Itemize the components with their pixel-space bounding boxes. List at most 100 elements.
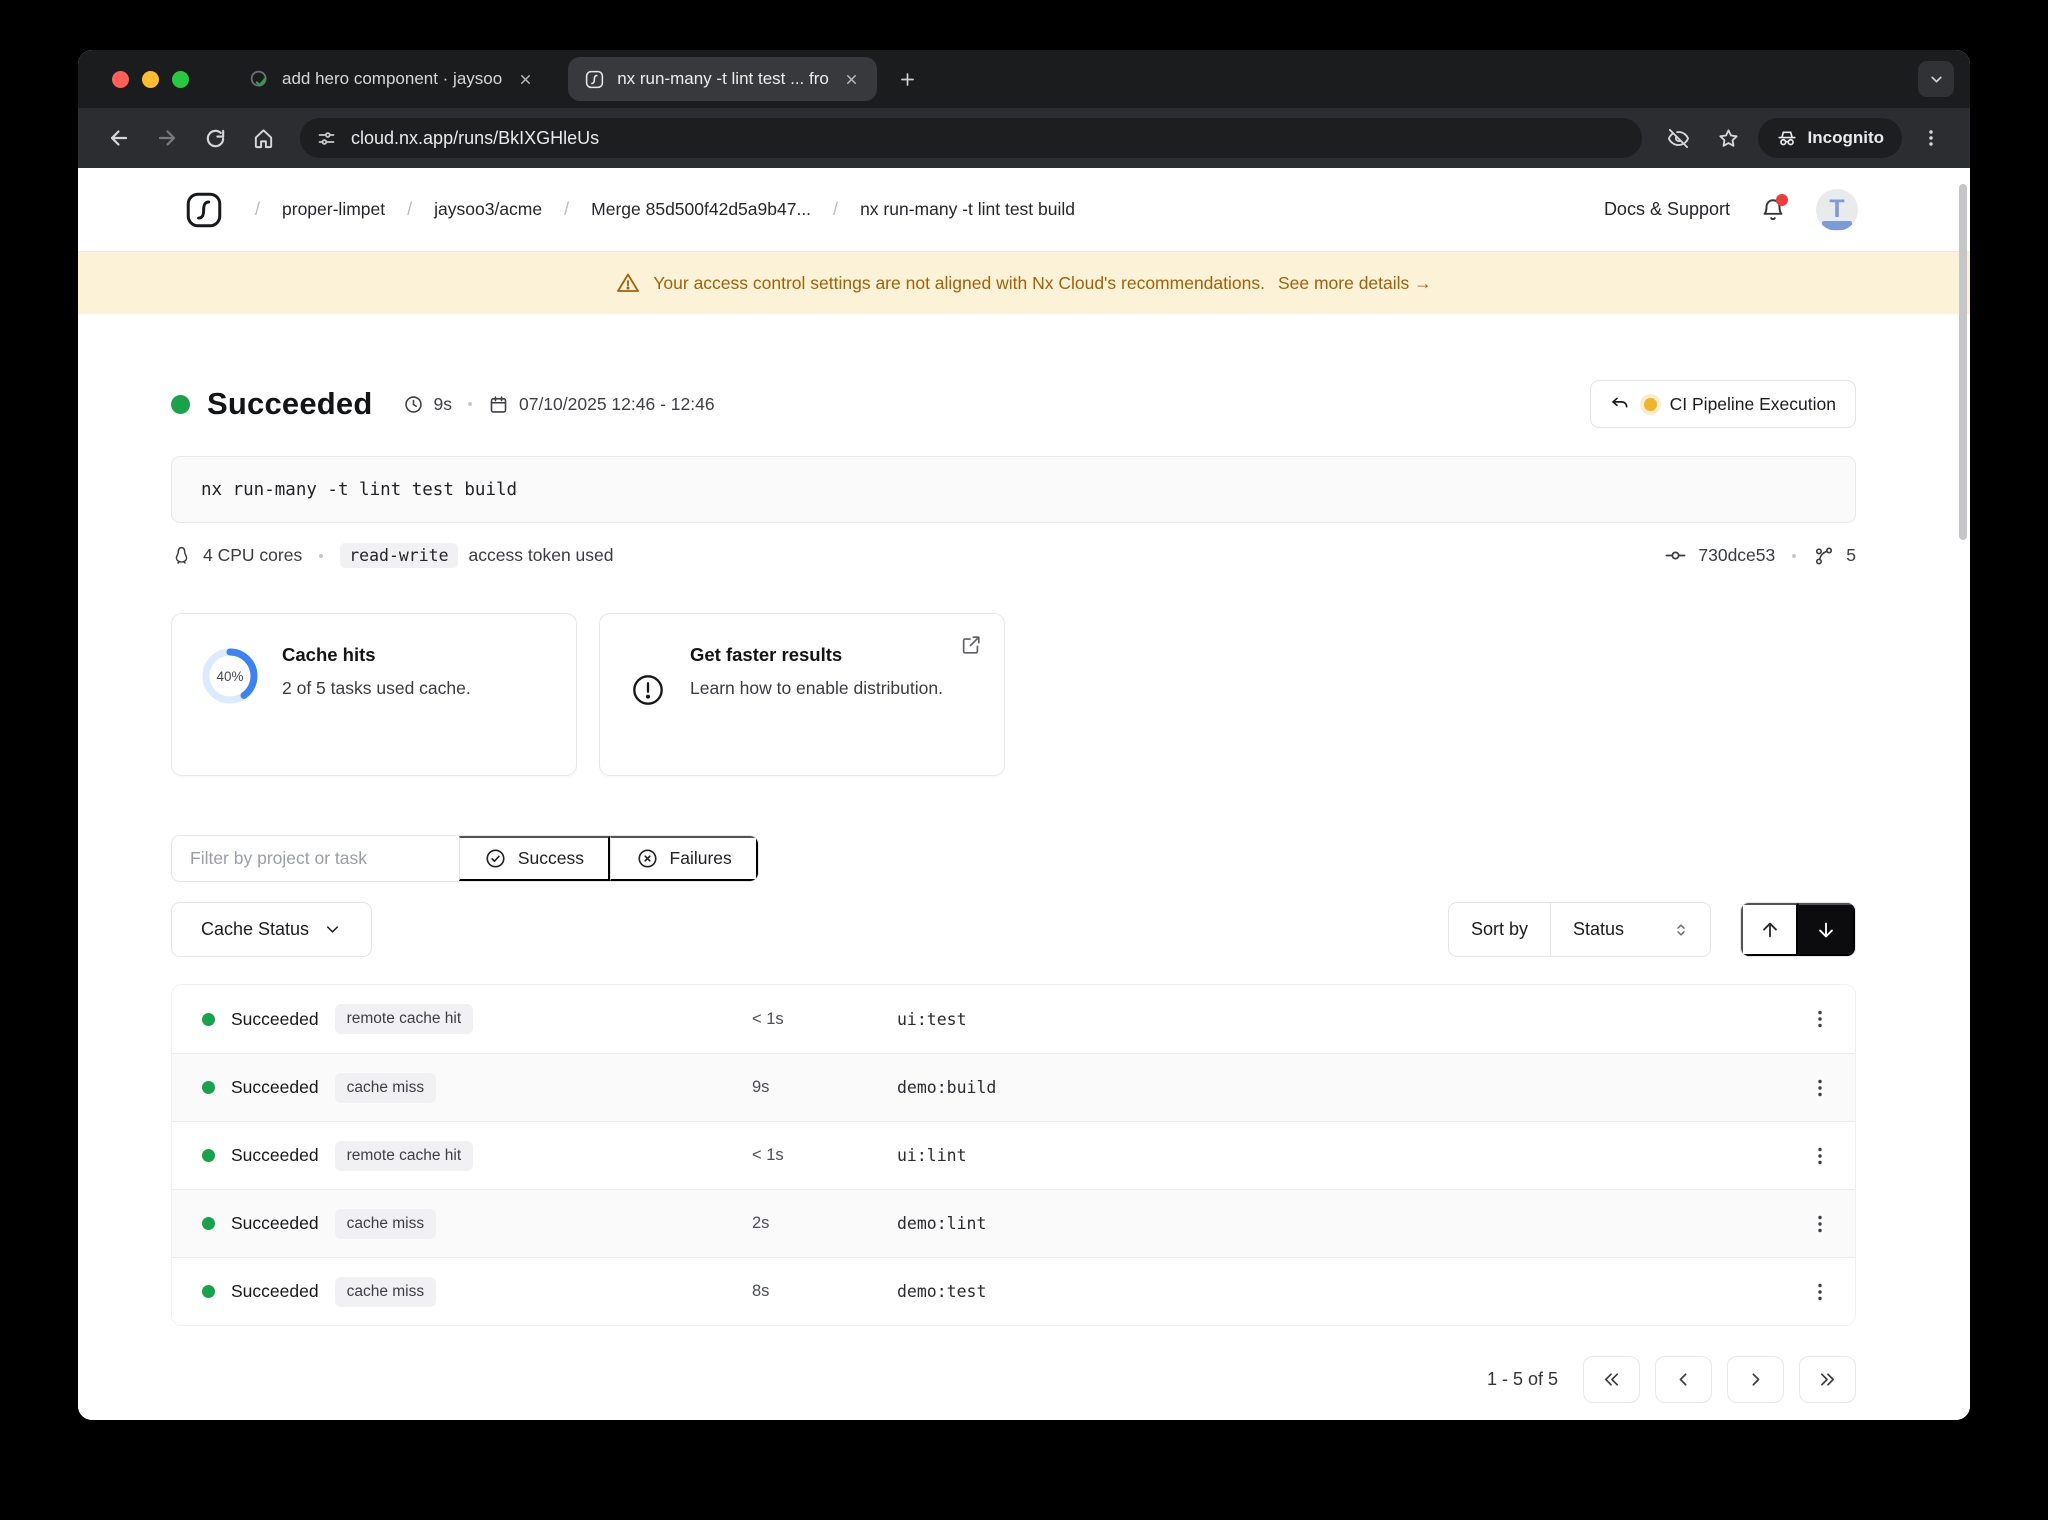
faster-results-card[interactable]: Get faster results Learn how to enable d… bbox=[599, 613, 1005, 776]
summary-cards: 40% Cache hits 2 of 5 tasks used cache. … bbox=[171, 613, 1856, 776]
commit-hash[interactable]: 730dce53 bbox=[1698, 545, 1775, 566]
prev-page-button[interactable] bbox=[1655, 1356, 1712, 1403]
avatar-band bbox=[1822, 220, 1852, 230]
sort-by-label: Sort by bbox=[1449, 903, 1551, 956]
branch-icon bbox=[1813, 545, 1835, 567]
reload-button[interactable] bbox=[194, 117, 236, 159]
pagination-label: 1 - 5 of 5 bbox=[1486, 1369, 1558, 1389]
check-circle-icon bbox=[484, 847, 507, 870]
incognito-badge[interactable]: Incognito bbox=[1757, 118, 1902, 158]
row-status: Succeeded bbox=[231, 1281, 319, 1301]
arrow-up-icon bbox=[1762, 922, 1777, 937]
row-task[interactable]: ui:test bbox=[897, 1010, 1785, 1029]
chevrons-left-icon bbox=[1604, 1373, 1619, 1386]
run-status-row: Succeeded 9s 07/10/2025 12:46 - 12:46 CI… bbox=[171, 380, 1856, 428]
sort-descending-button[interactable] bbox=[1798, 903, 1855, 956]
page-scrollbar[interactable] bbox=[1959, 184, 1967, 540]
minimize-window-button[interactable] bbox=[142, 70, 159, 88]
avatar[interactable]: T bbox=[1816, 188, 1858, 231]
ci-pipeline-execution-button[interactable]: CI Pipeline Execution bbox=[1589, 380, 1856, 428]
tab-search-button[interactable] bbox=[1918, 61, 1954, 97]
external-link-icon[interactable] bbox=[960, 634, 982, 656]
nx-cloud-logo-icon[interactable] bbox=[183, 189, 225, 231]
branch-count[interactable]: 5 bbox=[1846, 545, 1856, 566]
run-meta-row: 4 CPU cores read-write access token used… bbox=[171, 543, 1856, 568]
sort-ascending-button[interactable] bbox=[1741, 903, 1798, 956]
row-menu-kebab-icon[interactable] bbox=[1808, 1280, 1832, 1304]
run-status: Succeeded bbox=[207, 386, 373, 421]
tab-github-pr[interactable]: add hero component · jaysoo bbox=[233, 57, 550, 101]
forward-button[interactable] bbox=[146, 117, 188, 159]
browser-menu-icon[interactable] bbox=[1910, 117, 1952, 159]
row-status: Succeeded bbox=[231, 1145, 319, 1165]
breadcrumb-workspace[interactable]: proper-limpet bbox=[233, 199, 385, 220]
close-tab-icon[interactable] bbox=[514, 68, 536, 90]
row-task[interactable]: ui:lint bbox=[897, 1146, 1785, 1165]
breadcrumb-repo[interactable]: jaysoo3/acme bbox=[385, 199, 542, 220]
row-duration: < 1s bbox=[752, 1009, 784, 1028]
row-task[interactable]: demo:test bbox=[897, 1282, 1785, 1301]
toolbar-right: Incognito bbox=[1658, 117, 1952, 159]
table-row[interactable]: Succeeded remote cache hit < 1s ui:lint bbox=[172, 1121, 1855, 1189]
bookmark-star-icon[interactable] bbox=[1708, 117, 1750, 159]
warning-icon bbox=[616, 271, 640, 295]
site-settings-icon[interactable] bbox=[316, 128, 337, 149]
last-page-button[interactable] bbox=[1799, 1356, 1856, 1403]
sort-field-select[interactable]: Status bbox=[1550, 903, 1710, 956]
row-task[interactable]: demo:build bbox=[897, 1078, 1785, 1097]
cache-status-label: Cache Status bbox=[200, 919, 310, 939]
browser-toolbar: cloud.nx.app/runs/BkIXGHleUs Incognito bbox=[78, 108, 1970, 168]
status-dot bbox=[202, 1081, 215, 1094]
banner-details-link[interactable]: See more details → bbox=[1278, 273, 1432, 294]
x-circle-icon bbox=[636, 847, 659, 870]
cpu-cores: 4 CPU cores bbox=[203, 545, 303, 565]
table-row[interactable]: Succeeded cache miss 8s demo:test bbox=[172, 1257, 1855, 1325]
info-icon bbox=[628, 670, 668, 710]
sort-value: Status bbox=[1572, 919, 1624, 939]
first-page-button[interactable] bbox=[1583, 1356, 1640, 1403]
back-button[interactable] bbox=[98, 117, 140, 159]
separator-dot bbox=[467, 402, 472, 406]
docs-support-link[interactable]: Docs & Support bbox=[1604, 199, 1730, 220]
notifications-bell-icon[interactable] bbox=[1760, 193, 1788, 223]
filter-failures-button[interactable]: Failures bbox=[610, 836, 758, 881]
sort-direction-group bbox=[1740, 902, 1856, 957]
breadcrumb-branch[interactable]: Merge 85d500f42d5a9b47... bbox=[542, 199, 811, 220]
filter-input[interactable] bbox=[172, 836, 459, 881]
zoom-window-button[interactable] bbox=[172, 70, 189, 88]
commit-icon bbox=[1664, 544, 1687, 567]
cache-card-title: Cache hits bbox=[282, 644, 376, 665]
new-tab-button[interactable] bbox=[891, 62, 925, 96]
site-header: proper-limpet jaysoo3/acme Merge 85d500f… bbox=[78, 168, 1970, 252]
access-token-suffix: access token used bbox=[468, 545, 614, 565]
row-duration: 8s bbox=[752, 1282, 770, 1300]
chevron-left-icon bbox=[1679, 1373, 1687, 1386]
cache-badge: cache miss bbox=[334, 1276, 437, 1307]
table-row[interactable]: Succeeded cache miss 9s demo:build bbox=[172, 1053, 1855, 1121]
status-dot bbox=[202, 1149, 215, 1162]
browser-window: add hero component · jaysoo nx run-many … bbox=[78, 50, 1970, 1420]
row-menu-kebab-icon[interactable] bbox=[1808, 1212, 1832, 1236]
tab-nx-run[interactable]: nx run-many -t lint test ... fro bbox=[568, 57, 877, 101]
cache-status-dropdown[interactable]: Cache Status bbox=[171, 902, 372, 957]
breadcrumb-run[interactable]: nx run-many -t lint test build bbox=[811, 199, 1075, 220]
pagination: 1 - 5 of 5 bbox=[171, 1356, 1856, 1420]
close-tab-icon[interactable] bbox=[841, 68, 863, 90]
row-task[interactable]: demo:lint bbox=[897, 1214, 1785, 1233]
github-pr-check-icon bbox=[249, 69, 270, 90]
cache-badge: cache miss bbox=[334, 1072, 437, 1103]
table-row[interactable]: Succeeded cache miss 2s demo:lint bbox=[172, 1189, 1855, 1257]
row-menu-kebab-icon[interactable] bbox=[1808, 1144, 1832, 1168]
filter-success-button[interactable]: Success bbox=[458, 836, 611, 881]
row-menu-kebab-icon[interactable] bbox=[1808, 1007, 1832, 1031]
chevron-down-icon bbox=[323, 920, 342, 939]
close-window-button[interactable] bbox=[112, 70, 129, 88]
row-menu-kebab-icon[interactable] bbox=[1808, 1076, 1832, 1100]
eye-off-icon[interactable] bbox=[1658, 117, 1700, 159]
address-bar[interactable]: cloud.nx.app/runs/BkIXGHleUs bbox=[300, 118, 1642, 158]
next-page-button[interactable] bbox=[1727, 1356, 1784, 1403]
table-row[interactable]: Succeeded remote cache hit < 1s ui:test bbox=[172, 985, 1855, 1053]
home-button[interactable] bbox=[242, 117, 284, 159]
pipeline-button-label: CI Pipeline Execution bbox=[1669, 393, 1836, 414]
select-chevrons-icon bbox=[1672, 921, 1690, 939]
